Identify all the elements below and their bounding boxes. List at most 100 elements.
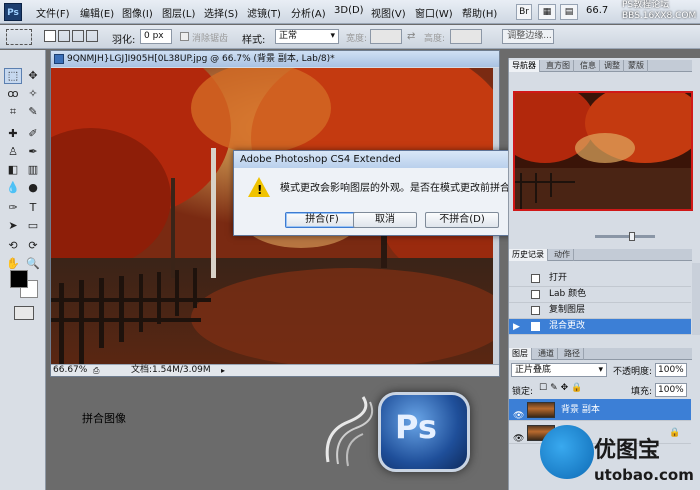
tab-masks[interactable]: 蒙版 — [625, 60, 648, 72]
width-label: 宽度: — [346, 34, 368, 44]
shape-tool-icon[interactable]: ▭ — [24, 218, 42, 234]
tools-panel: ⬚ ✥ ꝏ ✧ ⌗ ✎ ✚ ✐ ♙ ✒ ◧ ▥ 💧 ● ✑ T ➤ ▭ ⟲ ⟳ … — [0, 50, 46, 490]
menu-select[interactable]: 选择(S) — [204, 5, 238, 20]
history-scrollbar[interactable] — [692, 263, 700, 335]
eraser-icon[interactable]: ◧ — [4, 162, 22, 178]
3d-rotate-icon[interactable]: ⟲ — [4, 238, 22, 254]
move-tool-icon[interactable]: ✥ — [24, 68, 42, 84]
navigator-preview[interactable] — [513, 91, 693, 211]
tab-navigator[interactable]: 导航器 — [509, 60, 540, 72]
menu-view[interactable]: 视图(V) — [371, 5, 406, 20]
tab-actions[interactable]: 动作 — [551, 249, 574, 261]
site-name: 优图宝 — [594, 438, 661, 463]
width-input[interactable] — [370, 29, 402, 44]
clone-stamp-icon[interactable]: ♙ — [4, 144, 22, 160]
tab-layers[interactable]: 图层 — [509, 348, 532, 360]
bridge-button[interactable]: Br — [516, 4, 532, 20]
type-tool-icon[interactable]: T — [24, 200, 42, 216]
menu-filter[interactable]: 滤镜(T) — [247, 5, 281, 20]
view-extras-button[interactable]: ▦ — [538, 4, 556, 20]
feather-input[interactable]: 0 px — [140, 29, 172, 44]
forum-watermark: PS教程论坛 BBS.16XX8.COM — [622, 0, 697, 21]
site-url: utobao.com — [594, 466, 694, 484]
menu-edit[interactable]: 编辑(E) — [80, 5, 114, 20]
path-select-icon[interactable]: ➤ — [4, 218, 22, 234]
eyedropper-icon[interactable]: ✎ — [24, 104, 42, 120]
document-status-bar: 66.67% ⎙ 文档:1.54M/3.09M ▸ — [51, 364, 499, 376]
zoom-percent[interactable]: 66.67% — [53, 365, 87, 376]
tab-paths[interactable]: 路径 — [561, 348, 584, 360]
dialog-title: Adobe Photoshop CS4 Extended — [234, 151, 529, 168]
pen-tool-icon[interactable]: ✑ — [4, 200, 22, 216]
style-select[interactable]: 正常 ▾ — [275, 29, 339, 44]
right-panels: 导航器 直方图 信息 调整 蒙版 历史记录 动作 打开 Lab 颜色 复制图层 … — [508, 58, 700, 490]
export-icon[interactable]: ⎙ — [93, 365, 99, 376]
history-item[interactable]: Lab 颜色 — [509, 287, 691, 303]
arrange-docs-button[interactable]: ▤ — [560, 4, 578, 20]
menu-bar: Ps 文件(F) 编辑(E) 图像(I) 图层(L) 选择(S) 滤镜(T) 分… — [0, 0, 700, 24]
menu-file[interactable]: 文件(F) — [36, 5, 70, 20]
navigator-tabs: 导航器 直方图 信息 调整 蒙版 — [509, 60, 692, 72]
menu-3d[interactable]: 3D(D) — [334, 5, 364, 16]
history-doc-icon — [531, 306, 540, 315]
tab-histogram[interactable]: 直方图 — [543, 60, 574, 72]
magic-wand-icon[interactable]: ✧ — [24, 86, 42, 102]
crop-tool-icon[interactable]: ⌗ — [4, 104, 22, 120]
status-arrow-icon[interactable]: ▸ — [221, 365, 225, 376]
marquee-preset-icon[interactable] — [6, 29, 32, 45]
subtract-selection-icon[interactable] — [72, 30, 84, 42]
warning-exclamation-icon: ! — [257, 183, 263, 197]
blend-mode-select[interactable]: 正片叠底 ▾ — [511, 363, 607, 377]
healing-brush-icon[interactable]: ✚ — [4, 126, 22, 142]
zoom-slider-thumb[interactable] — [629, 232, 635, 241]
history-item[interactable]: 复制图层 — [509, 303, 691, 319]
menu-analysis[interactable]: 分析(A) — [291, 5, 326, 20]
history-item[interactable]: 打开 — [509, 271, 691, 287]
swap-icon[interactable]: ⇄ — [407, 31, 415, 42]
menu-image[interactable]: 图像(I) — [122, 5, 153, 20]
3d-orbit-icon[interactable]: ⟳ — [24, 238, 42, 254]
lock-label: 锁定: — [512, 387, 534, 397]
cancel-button[interactable]: 取消 — [353, 212, 417, 228]
lasso-tool-icon[interactable]: ꝏ — [4, 86, 22, 102]
chevron-down-icon: ▾ — [598, 365, 603, 375]
layer-row-selected[interactable]: 👁 背景 副本 — [509, 399, 691, 421]
layers-tabs: 图层 通道 路径 — [509, 348, 692, 360]
lock-icons[interactable]: ☐✎✥🔒 — [539, 383, 585, 393]
tab-adjustments[interactable]: 调整 — [601, 60, 624, 72]
zoom-slider[interactable] — [595, 235, 655, 238]
marquee-tool-icon[interactable]: ⬚ — [4, 68, 22, 84]
foreground-color-swatch[interactable] — [10, 270, 28, 288]
opacity-input[interactable]: 100% — [655, 363, 687, 377]
history-item-selected[interactable]: ▶ 混合更改 — [509, 319, 691, 335]
intersect-selection-icon[interactable] — [86, 30, 98, 42]
photoshop-logo: Ps — [4, 3, 22, 21]
menu-help[interactable]: 帮助(H) — [462, 5, 497, 20]
antialias-checkbox[interactable] — [180, 32, 189, 41]
dont-flatten-button[interactable]: 不拼合(D) — [425, 212, 499, 228]
dialog-message: 模式更改会影响图层的外观。是否在模式更改前拼合图像? — [280, 183, 536, 194]
flatten-button[interactable]: 拼合(F) — [285, 212, 359, 228]
document-icon — [54, 54, 64, 64]
tab-channels[interactable]: 通道 — [535, 348, 558, 360]
add-selection-icon[interactable] — [58, 30, 70, 42]
brush-tool-icon[interactable]: ✐ — [24, 126, 42, 142]
menu-layer[interactable]: 图层(L) — [162, 5, 195, 20]
gradient-icon[interactable]: ▥ — [24, 162, 42, 178]
fill-input[interactable]: 100% — [655, 383, 687, 397]
history-doc-icon — [531, 322, 540, 331]
menu-window[interactable]: 窗口(W) — [415, 5, 453, 20]
quick-mask-icon[interactable] — [14, 306, 34, 320]
dodge-tool-icon[interactable]: ● — [24, 180, 42, 196]
blur-tool-icon[interactable]: 💧 — [4, 180, 22, 196]
new-selection-icon[interactable] — [44, 30, 56, 42]
eye-icon[interactable]: 👁 — [513, 428, 524, 450]
document-title[interactable]: 9QNMJH}LGJ]I905H[0L38UP.jpg @ 66.7% (背景 … — [51, 51, 499, 67]
history-doc-icon — [531, 274, 540, 283]
tab-history[interactable]: 历史记录 — [509, 249, 548, 261]
history-brush-icon[interactable]: ✒ — [24, 144, 42, 160]
refine-edge-button[interactable]: 调整边缘... — [502, 29, 554, 44]
zoom-level[interactable]: 66.7 — [586, 5, 608, 16]
height-input[interactable] — [450, 29, 482, 44]
tab-info[interactable]: 信息 — [577, 60, 600, 72]
